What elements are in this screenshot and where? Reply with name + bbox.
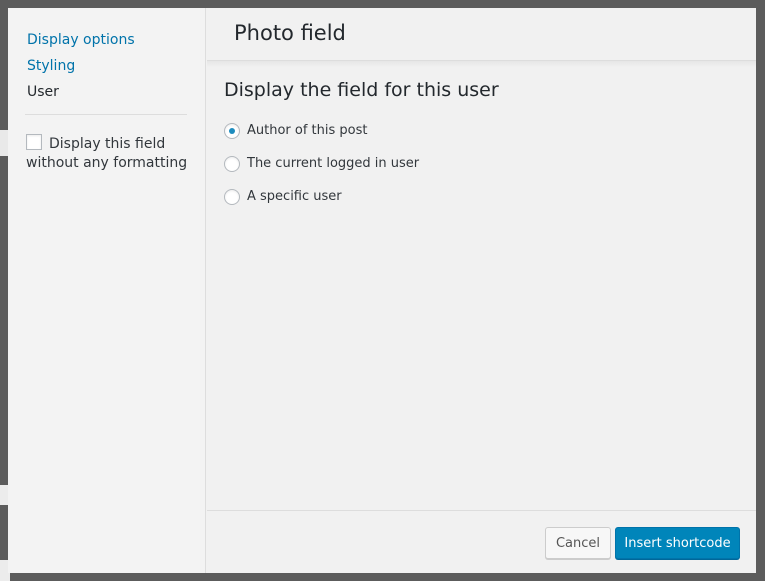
sidebar-divider <box>25 114 187 115</box>
option-label: Author of this post <box>247 123 368 138</box>
dialog-footer: Cancel Insert shortcode <box>207 510 756 573</box>
insert-shortcode-button[interactable]: Insert shortcode <box>615 527 740 559</box>
raw-output-option[interactable]: Display this field without any formattin… <box>26 134 191 173</box>
dialog-main: Photo field Display the field for this u… <box>207 8 756 573</box>
radio-button[interactable] <box>224 188 240 205</box>
option-current-user[interactable]: The current logged in user <box>224 147 734 180</box>
option-label: A specific user <box>247 189 342 204</box>
raw-output-checkbox[interactable] <box>26 134 42 150</box>
cancel-button[interactable]: Cancel <box>545 527 611 559</box>
menu-item-styling[interactable]: Styling <box>27 53 187 79</box>
option-author-of-post[interactable]: Author of this post <box>224 114 734 147</box>
dialog-content: Display the field for this user Author o… <box>224 76 734 213</box>
header-shadow <box>207 61 756 67</box>
radio-button[interactable] <box>224 122 240 139</box>
section-title: Display the field for this user <box>224 79 499 101</box>
menu-item-user[interactable]: User <box>27 79 187 105</box>
menu-item-display-options[interactable]: Display options <box>27 27 187 53</box>
dialog-title: Photo field <box>234 21 346 45</box>
dialog-sidebar: Display options Styling User Display thi… <box>8 8 206 573</box>
sidebar-menu: Display options Styling User <box>27 27 187 105</box>
raw-output-label: Display this field without any formattin… <box>26 136 188 171</box>
dialog-header: Photo field <box>207 8 756 61</box>
radio-button[interactable] <box>224 155 240 172</box>
shortcode-dialog: Display options Styling User Display thi… <box>8 8 756 573</box>
option-label: The current logged in user <box>247 156 420 171</box>
option-specific-user[interactable]: A specific user <box>224 180 734 213</box>
user-option-list: Author of this post The current logged i… <box>224 114 734 213</box>
